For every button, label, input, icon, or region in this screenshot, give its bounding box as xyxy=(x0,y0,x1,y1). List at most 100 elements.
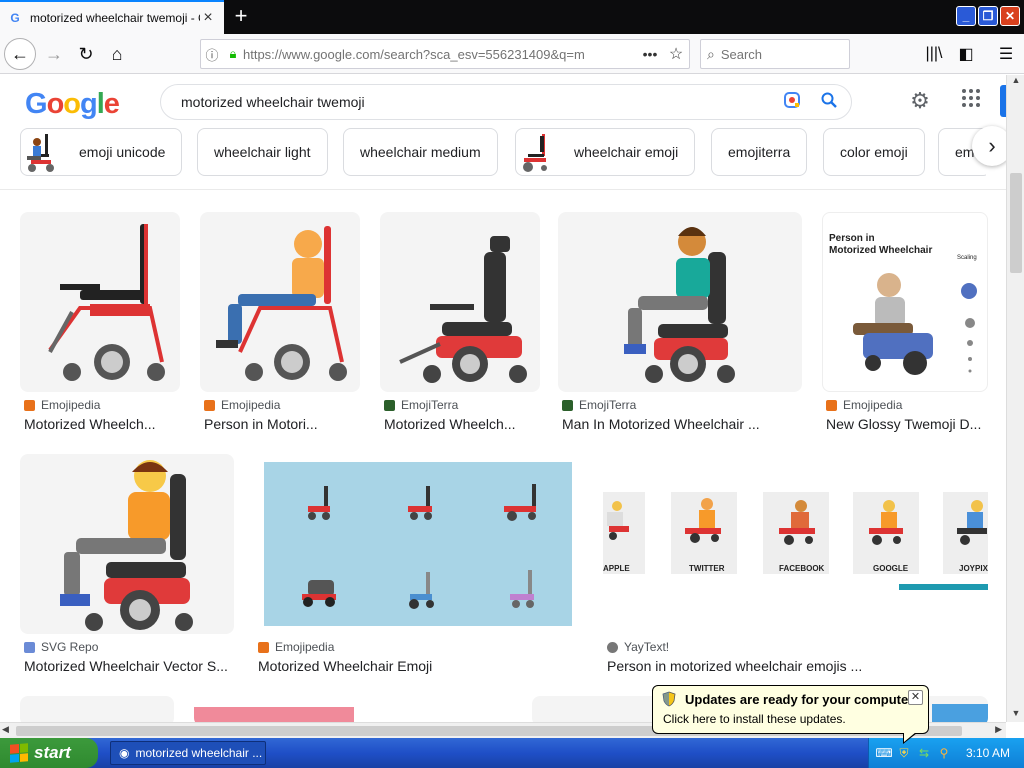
search-tray-icon[interactable]: ⚲ xyxy=(935,746,953,760)
result-image[interactable] xyxy=(200,212,360,392)
image-result-card[interactable] xyxy=(194,696,512,722)
result-image[interactable] xyxy=(20,212,180,392)
image-result-card[interactable] xyxy=(20,696,174,722)
back-button[interactable]: ← xyxy=(4,38,36,70)
scroll-left-arrow-icon[interactable]: ◀ xyxy=(2,724,9,735)
image-result-card[interactable]: Emojipedia Motorized Wheelchair Emoji xyxy=(254,454,584,679)
keyboard-icon[interactable]: ⌨ xyxy=(875,746,893,760)
forward-button[interactable]: → xyxy=(38,38,70,70)
search-query[interactable]: motorized wheelchair twemoji xyxy=(181,94,777,110)
logo-letter: G xyxy=(25,88,48,120)
scroll-down-arrow-icon[interactable]: ▼ xyxy=(1009,708,1023,722)
url-text[interactable]: https://www.google.com/search?sca_esv=55… xyxy=(243,47,637,62)
logo-letter: l xyxy=(96,88,105,120)
info-icon[interactable]: ⓘ xyxy=(201,45,223,64)
logo-letter: e xyxy=(103,88,120,120)
google-search-box[interactable]: motorized wheelchair twemoji xyxy=(160,84,852,120)
tab-strip: G motorized wheelchair twemoji - Go × + … xyxy=(0,0,1024,34)
result-image[interactable] xyxy=(558,212,802,392)
result-title[interactable]: Person in motorized wheelchair emojis ..… xyxy=(607,658,987,674)
vertical-scrollbar[interactable]: ▲ ▼ xyxy=(1006,75,1024,722)
image-result-card[interactable]: APPLE TWITTER FACEBOOK GOOGLE JOYPIXE Ya… xyxy=(603,454,988,679)
wheelchair-thumbnail-icon xyxy=(516,129,556,175)
result-image[interactable] xyxy=(20,454,234,634)
minimize-button[interactable]: _ xyxy=(956,6,976,26)
result-title[interactable]: New Glossy Twemoji D... xyxy=(826,416,988,432)
sidebar-icon[interactable]: ◧ xyxy=(950,38,982,70)
source-name: SVG Repo xyxy=(41,640,99,654)
search-icon[interactable] xyxy=(807,91,851,114)
emojiterra-favicon-icon xyxy=(384,399,395,411)
result-image[interactable] xyxy=(254,454,584,634)
search-icon: ⌕ xyxy=(707,45,715,62)
reload-button[interactable]: ↻ xyxy=(70,38,102,70)
browser-search-input[interactable] xyxy=(720,46,831,62)
result-title[interactable]: Man In Motorized Wheelchair ... xyxy=(562,416,802,432)
google-header: Google motorized wheelchair twemoji ⚙ em… xyxy=(0,75,1006,190)
scroll-right-arrow-icon[interactable]: ▶ xyxy=(995,724,1002,735)
blue-tile xyxy=(932,704,988,722)
window-controls: _ ❐ ✕ xyxy=(956,6,1020,26)
result-image[interactable] xyxy=(380,212,540,392)
chip-emojiterra[interactable]: emojiterra xyxy=(711,128,808,176)
hamburger-menu-icon[interactable]: ☰ xyxy=(990,38,1022,70)
balloon-close-icon[interactable]: ✕ xyxy=(908,690,923,705)
chip-emoji-unicode[interactable]: emoji unicode xyxy=(20,128,183,176)
tab-close-icon[interactable]: × xyxy=(200,9,216,26)
new-tab-button[interactable]: + xyxy=(226,0,256,32)
vendor-label: APPLE xyxy=(603,564,630,573)
start-button[interactable]: start xyxy=(0,738,98,768)
settings-gear-icon[interactable]: ⚙ xyxy=(906,88,934,116)
browser-search-box[interactable]: ⌕ xyxy=(700,39,850,69)
apps-grid-icon[interactable] xyxy=(957,88,985,116)
image-result-card[interactable]: Emojipedia Motorized Wheelch... xyxy=(20,212,180,437)
clock[interactable]: 3:10 AM xyxy=(966,746,1010,760)
logo-letter: g xyxy=(80,88,98,120)
result-image[interactable]: Person in Motorized Wheelchair Scaling xyxy=(822,212,988,392)
image-result-card[interactable]: Emojipedia Person in Motori... xyxy=(200,212,360,437)
chip-label: emoji unicode xyxy=(79,144,166,160)
taskbar-window-button[interactable]: ◉ motorized wheelchair ... xyxy=(110,741,266,765)
image-result-card[interactable]: Person in Motorized Wheelchair Scaling E… xyxy=(822,212,988,437)
image-result-card[interactable]: EmojiTerra Motorized Wheelch... xyxy=(380,212,540,437)
page-actions-icon[interactable]: ••• xyxy=(637,46,663,62)
browser-tab[interactable]: G motorized wheelchair twemoji - Go × xyxy=(0,0,224,34)
address-bar[interactable]: ⓘ 🔒︎ https://www.google.com/search?sca_e… xyxy=(200,39,690,69)
result-image[interactable] xyxy=(194,696,512,722)
image-result-card[interactable]: EmojiTerra Man In Motorized Wheelchair .… xyxy=(558,212,802,437)
network-icon[interactable]: ⇆ xyxy=(915,746,933,760)
vendor-label: GOOGLE xyxy=(873,564,909,573)
image-result-card[interactable]: SVG Repo Motorized Wheelchair Vector S..… xyxy=(20,454,234,679)
result-image[interactable] xyxy=(20,696,174,722)
google-logo[interactable]: Google xyxy=(25,88,120,121)
lens-camera-icon[interactable] xyxy=(777,91,807,114)
mini-wheelchair-icon xyxy=(308,486,330,520)
chip-color-emoji[interactable]: color emoji xyxy=(823,128,925,176)
balloon-tail xyxy=(904,732,916,742)
result-source: Emojipedia xyxy=(24,398,100,412)
scroll-up-arrow-icon[interactable]: ▲ xyxy=(1009,75,1023,89)
security-shield-icon[interactable]: ⛨ xyxy=(895,746,913,761)
chip-wheelchair-light[interactable]: wheelchair light xyxy=(197,128,328,176)
result-image[interactable]: APPLE TWITTER FACEBOOK GOOGLE JOYPIXE xyxy=(603,454,988,634)
emoji-vendors-preview xyxy=(264,462,572,626)
result-title[interactable]: Motorized Wheelch... xyxy=(24,416,182,432)
windows-flag-icon xyxy=(10,743,28,763)
result-source: SVG Repo xyxy=(24,640,98,654)
chip-wheelchair-medium[interactable]: wheelchair medium xyxy=(343,128,498,176)
update-notification-balloon[interactable]: Updates are ready for your computer Clic… xyxy=(652,685,929,744)
restore-button[interactable]: ❐ xyxy=(978,6,998,26)
close-window-button[interactable]: ✕ xyxy=(1000,6,1020,26)
home-button[interactable]: ⌂ xyxy=(101,38,133,70)
balloon-body[interactable]: Click here to install these updates. xyxy=(661,712,920,726)
result-title[interactable]: Person in Motori... xyxy=(204,416,362,432)
bookmark-star-icon[interactable]: ☆ xyxy=(663,44,689,64)
result-title[interactable]: Motorized Wheelchair Vector S... xyxy=(24,658,234,674)
globe-favicon-icon xyxy=(607,641,618,653)
library-icon[interactable]: |||\ xyxy=(918,38,950,70)
result-title[interactable]: Motorized Wheelchair Emoji xyxy=(258,658,584,674)
scroll-thumb[interactable] xyxy=(1010,173,1022,273)
result-source: Emojipedia xyxy=(826,398,902,412)
result-title[interactable]: Motorized Wheelch... xyxy=(384,416,542,432)
chip-wheelchair-emoji[interactable]: wheelchair emoji xyxy=(515,128,696,176)
